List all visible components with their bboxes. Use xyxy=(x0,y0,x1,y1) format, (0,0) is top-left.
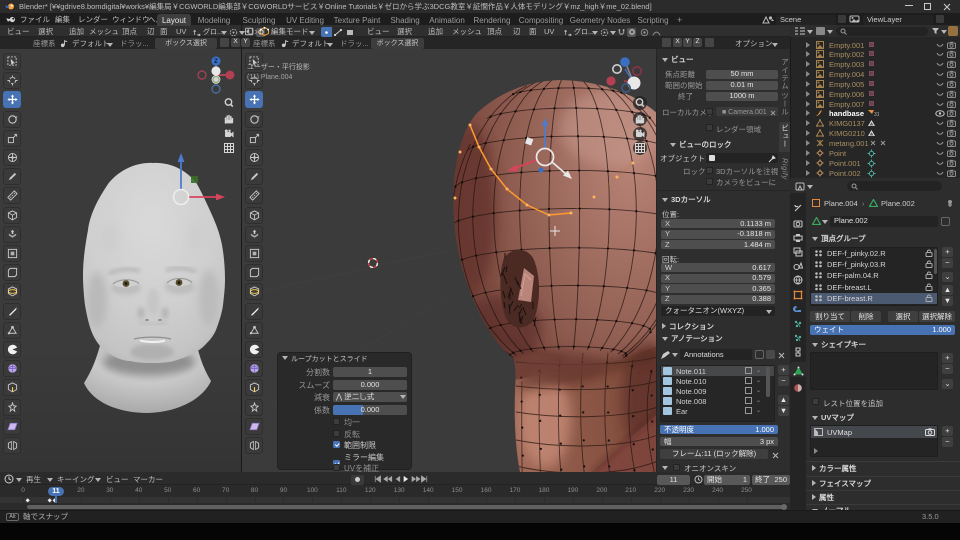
svg-text:31: 31 xyxy=(874,112,879,117)
